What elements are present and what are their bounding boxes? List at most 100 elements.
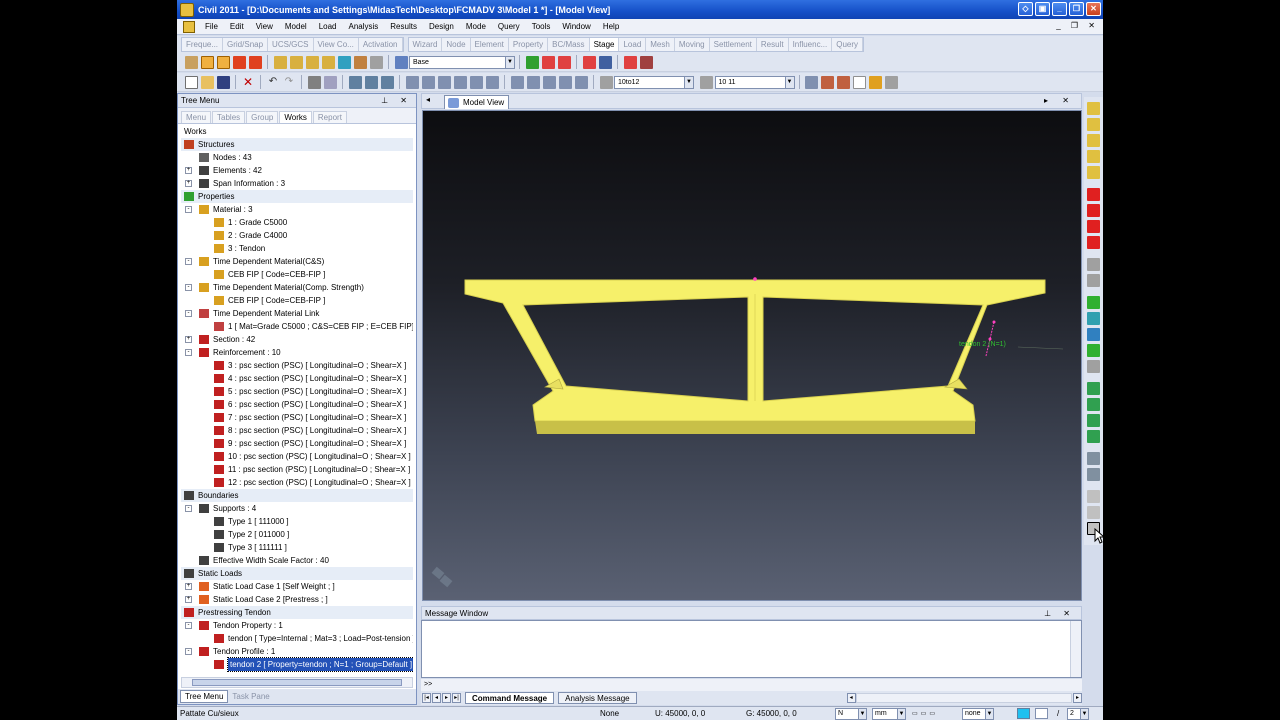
- mode-tab-result[interactable]: Result: [757, 38, 789, 51]
- display-icon[interactable]: [510, 75, 524, 89]
- expand-icon[interactable]: +: [185, 336, 192, 343]
- tab-command-message[interactable]: Command Message: [465, 692, 555, 704]
- first-tab-icon[interactable]: |◂: [422, 693, 431, 703]
- arrow-right-icon[interactable]: [1087, 203, 1100, 217]
- snap-line-icon[interactable]: [200, 55, 214, 69]
- menu-analysis[interactable]: Analysis: [342, 22, 384, 31]
- new-file-icon[interactable]: [184, 75, 198, 89]
- front-view-icon[interactable]: [1087, 311, 1100, 325]
- snap-all-icon[interactable]: [289, 55, 303, 69]
- zoom-out-icon[interactable]: [1087, 149, 1100, 163]
- pin-close-icon[interactable]: ⊥ ✕: [381, 94, 412, 108]
- pin-close-icon[interactable]: ⊥ ✕: [1044, 607, 1075, 621]
- stage-define-icon[interactable]: [582, 55, 596, 69]
- message-horizontal-scrollbar[interactable]: [855, 693, 1072, 703]
- print-icon[interactable]: [307, 75, 321, 89]
- mode-tab-load[interactable]: Load: [619, 38, 647, 51]
- model-view-canvas[interactable]: tendon 2 (N=1): [422, 110, 1082, 601]
- tab-close-controls[interactable]: ▸ ✕: [1044, 96, 1075, 105]
- capture-icon[interactable]: [1087, 467, 1100, 481]
- select-icon[interactable]: [348, 75, 362, 89]
- chevron-down-icon[interactable]: ▼: [784, 76, 794, 88]
- angle-view-3-icon[interactable]: [1087, 413, 1100, 427]
- rotate-icon[interactable]: [1087, 257, 1100, 271]
- collapse-icon[interactable]: -: [185, 648, 192, 655]
- to-combo[interactable]: 10 11 ▼: [714, 75, 795, 89]
- tree-item[interactable]: Structures: [181, 138, 413, 151]
- view-rotate-icon[interactable]: [469, 75, 483, 89]
- arrow-up-icon[interactable]: [1087, 219, 1100, 233]
- zoom-in-icon[interactable]: [1087, 133, 1100, 147]
- expand-icon[interactable]: +: [185, 583, 192, 590]
- collapse-icon[interactable]: -: [185, 258, 192, 265]
- scroll-right-icon[interactable]: ▸: [1073, 693, 1082, 703]
- scroll-left-icon[interactable]: ◂: [846, 693, 856, 703]
- undo-icon[interactable]: ↶: [267, 76, 280, 89]
- view-iso-icon[interactable]: [453, 75, 467, 89]
- mdi-controls[interactable]: _ ❐ ✕: [1056, 21, 1099, 30]
- expand-icon[interactable]: +: [185, 596, 192, 603]
- tree-item[interactable]: 8 : psc section (PSC) [ Longitudinal=O ;…: [181, 424, 413, 437]
- tree-item[interactable]: Type 3 [ 111111 ]: [181, 541, 413, 554]
- tree-item[interactable]: 1 [ Mat=Grade C5000 ; C&S=CEB FIP ; E=CE…: [181, 320, 413, 333]
- menu-edit[interactable]: Edit: [224, 22, 250, 31]
- status-toggles[interactable]: ▭▭▭: [912, 708, 952, 720]
- tree-item[interactable]: - Tendon Profile : 1: [181, 645, 413, 658]
- snap-element-icon[interactable]: [248, 55, 262, 69]
- stage-add-icon[interactable]: [525, 55, 539, 69]
- grid-icon[interactable]: [805, 75, 818, 89]
- tree-item[interactable]: + Static Load Case 2 [Prestress ; ]: [181, 593, 413, 606]
- angle-view-4-icon[interactable]: [1087, 429, 1100, 443]
- tree-item[interactable]: Boundaries: [181, 489, 413, 502]
- zoom-window-icon[interactable]: [1087, 117, 1100, 131]
- mode-tab-element[interactable]: Element: [471, 38, 509, 51]
- stage-delete-icon[interactable]: [639, 55, 653, 69]
- tree-item[interactable]: 5 : psc section (PSC) [ Longitudinal=O ;…: [181, 385, 413, 398]
- lock-icon[interactable]: [869, 75, 882, 89]
- tab-report[interactable]: Report: [312, 111, 347, 123]
- tree-item[interactable]: 12 : psc section (PSC) [ Longitudinal=O …: [181, 476, 413, 489]
- mode-tab-settlement[interactable]: Settlement: [710, 38, 757, 51]
- zoom-all-icon[interactable]: [1087, 165, 1100, 179]
- mode-tab-bc-mass[interactable]: BC/Mass: [548, 38, 590, 51]
- view-all-icon[interactable]: [369, 55, 383, 69]
- message-output[interactable]: [421, 620, 1082, 678]
- tree-item[interactable]: tendon 2 [ Property=tendon ; N=1 ; Group…: [181, 657, 413, 672]
- stage-edit-icon[interactable]: [623, 55, 637, 69]
- iso-view-icon[interactable]: [1087, 295, 1100, 309]
- tree-item[interactable]: 1 : Grade C5000: [181, 216, 413, 229]
- print-view-icon[interactable]: [1087, 451, 1100, 465]
- tree-item[interactable]: - Time Dependent Material Link: [181, 307, 413, 320]
- tab-tables[interactable]: Tables: [212, 111, 246, 123]
- collapse-icon[interactable]: -: [185, 622, 192, 629]
- clipboard-icon[interactable]: [853, 75, 866, 89]
- ucs-xz-icon[interactable]: [321, 55, 335, 69]
- menu-model[interactable]: Model: [279, 22, 313, 31]
- tree-item[interactable]: 3 : Tendon: [181, 242, 413, 255]
- tree-item[interactable]: 6 : psc section (PSC) [ Longitudinal=O ;…: [181, 398, 413, 411]
- view-pan-icon[interactable]: [485, 75, 499, 89]
- display-toggle-icon[interactable]: [1035, 708, 1048, 719]
- tree-item[interactable]: + Static Load Case 1 [Self Weight ; ]: [181, 580, 413, 593]
- tree-horizontal-scrollbar[interactable]: [181, 677, 413, 688]
- command-prompt[interactable]: >>: [421, 679, 1082, 691]
- mode-tab-grid-snap[interactable]: Grid/Snap: [223, 38, 269, 51]
- next-tab-icon[interactable]: ▸: [442, 693, 451, 703]
- tree-item[interactable]: - Time Dependent Material(C&S): [181, 255, 413, 268]
- tab-works[interactable]: Works: [279, 111, 312, 123]
- stage-graph-icon[interactable]: [598, 55, 612, 69]
- from-combo[interactable]: 10to12 ▼: [614, 75, 694, 89]
- layer-icon[interactable]: [394, 55, 408, 69]
- tree-item[interactable]: Effective Width Scale Factor : 40: [181, 554, 413, 567]
- render-icon[interactable]: [574, 75, 588, 89]
- shrink-icon[interactable]: [526, 75, 540, 89]
- mode-tab-query[interactable]: Query: [832, 38, 864, 51]
- mode-tab-moving[interactable]: Moving: [675, 38, 710, 51]
- menu-file[interactable]: File: [199, 22, 224, 31]
- perspective-icon[interactable]: [558, 75, 572, 89]
- tree-item[interactable]: 9 : psc section (PSC) [ Longitudinal=O ;…: [181, 437, 413, 450]
- preview-icon[interactable]: [323, 75, 337, 89]
- section-top-node[interactable]: [753, 277, 757, 281]
- color-toggle-icon[interactable]: [1017, 708, 1030, 719]
- tree-item[interactable]: CEB FIP [ Code=CEB-FIP ]: [181, 294, 413, 307]
